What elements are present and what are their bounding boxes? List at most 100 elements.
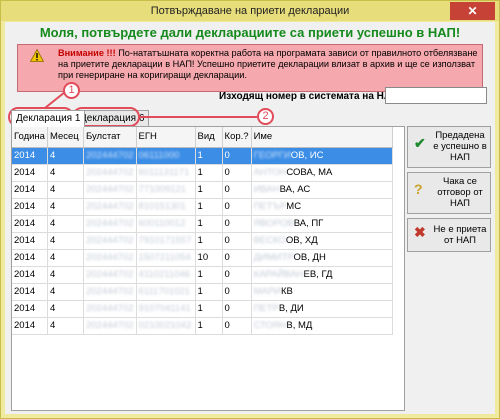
name-suffix: СОВА, МА: [286, 167, 333, 178]
table-row[interactable]: 2014 4 202444702 6011131171 1 0 АНТОНСОВА, МА: [12, 164, 393, 182]
redacted-value: 9107041141: [138, 303, 191, 314]
redacted-name: МАРИ: [253, 286, 281, 297]
table-cell: 0210021042: [136, 317, 196, 335]
table-row[interactable]: 2014 4 202444702 6111701021 1 0 МАРИКВ: [12, 283, 393, 301]
table-cell: 1: [195, 181, 223, 199]
table-cell: 2014: [12, 198, 48, 216]
redacted-value: 202444702: [85, 184, 134, 195]
warning-box: Внимание !!! По-нататъшната коректна раб…: [17, 44, 483, 92]
table-cell: 6011131171: [136, 164, 196, 182]
table-cell: СТОЯНВ, МД: [251, 317, 393, 335]
name-suffix: В, ДИ: [278, 303, 304, 314]
table-cell: 0: [222, 215, 252, 233]
accepted-button[interactable]: ✔ Предадена е успешно в НАП: [407, 126, 491, 168]
table-cell: 600110012: [136, 215, 196, 233]
redacted-name: ИВАН: [253, 184, 280, 195]
column-header[interactable]: Година: [12, 127, 48, 148]
table-cell: 202444702: [83, 266, 137, 284]
table-cell: 202444702: [83, 317, 137, 335]
table-cell: 0: [222, 283, 252, 301]
table-cell: 4: [47, 266, 84, 284]
name-suffix: ВА, АС: [279, 184, 311, 195]
column-header[interactable]: Кор.?: [222, 127, 252, 148]
declarations-grid[interactable]: Година Месец Булстат ЕГН Вид Кор.? Име 2014 4 20…: [11, 126, 405, 411]
redacted-name: ГЕОРГИ: [253, 150, 291, 161]
table-row[interactable]: 2014 4 202444702 4110211046 1 0 КАРАЙВАНЕВ, ГД: [12, 266, 393, 284]
table-cell: 2014: [12, 266, 48, 284]
table-cell: 202444702: [83, 198, 137, 216]
table-row[interactable]: 2014 4 202444702 1507211054 10 0 ДИМИТРОВ, ДН: [12, 249, 393, 267]
tab-declaration-1[interactable]: Декларация 1: [11, 110, 86, 127]
table-cell: 2014: [12, 283, 48, 301]
table-cell: 06111000: [136, 147, 196, 165]
table-cell: 4: [47, 300, 84, 318]
redacted-value: 202444702: [85, 201, 134, 212]
redacted-value: 600110012: [138, 218, 186, 229]
redacted-value: 202444702: [85, 235, 134, 246]
redacted-value: 6111701021: [138, 286, 190, 297]
redacted-value: 0210021042: [138, 320, 192, 331]
close-button[interactable]: ✕: [450, 2, 495, 20]
table-cell: ДИМИТРОВ, ДН: [251, 249, 393, 267]
name-suffix: ЕВ, ГД: [303, 269, 333, 280]
table-row[interactable]: 2014 4 202444702 810151301 1 0 ПЕТЪРМС: [12, 198, 393, 216]
table-cell: 202444702: [83, 147, 137, 165]
redacted-value: 202444702: [85, 252, 134, 263]
column-header[interactable]: Месец: [47, 127, 84, 148]
column-header[interactable]: ЕГН: [136, 127, 196, 148]
redacted-value: 4110211046: [138, 269, 190, 280]
outgoing-number-input[interactable]: [385, 87, 487, 104]
table-cell: 2014: [12, 164, 48, 182]
outgoing-number-label: Изходящ номер в системата на НАП:: [219, 91, 402, 102]
table-cell: 4: [47, 317, 84, 335]
table-cell: 4: [47, 198, 84, 216]
redacted-value: 202444702: [85, 218, 134, 229]
table-cell: 202444702: [83, 232, 137, 250]
column-header[interactable]: Булстат: [83, 127, 137, 148]
table-cell: 202444702: [83, 164, 137, 182]
table-row[interactable]: 2014 4 202444702 06111000 1 0 ГЕОРГИОВ, ИС: [12, 147, 393, 165]
confirm-declarations-window: Потвърждаване на приети декларации ✕ Мол…: [0, 0, 500, 419]
column-header[interactable]: Вид: [195, 127, 223, 148]
table-row[interactable]: 2014 4 202444702 9107041141 1 0 ПЕТРВ, ДИ: [12, 300, 393, 318]
table-row[interactable]: 2014 4 202444702 771009121 1 0 ИВАНВА, АС: [12, 181, 393, 199]
table-row[interactable]: 2014 4 202444702 0210021042 1 0 СТОЯНВ, МД: [12, 317, 393, 335]
table-row[interactable]: 2014 4 202444702 7910171557 1 0 ВЕСКООВ, ХД: [12, 232, 393, 250]
name-suffix: МС: [286, 201, 302, 212]
table-cell: 810151301: [136, 198, 196, 216]
waiting-response-button[interactable]: ? Чака се отговор от НАП: [407, 172, 491, 214]
table-row[interactable]: 2014 4 202444702 600110012 1 0 ЯВОРОВВА, ПГ: [12, 215, 393, 233]
table-cell: 6111701021: [136, 283, 196, 301]
not-accepted-button[interactable]: ✖ Не е приета от НАП: [407, 218, 491, 252]
column-header[interactable]: Име: [251, 127, 393, 148]
name-suffix: ОВ, ДН: [293, 252, 326, 263]
table-cell: 0: [222, 317, 252, 335]
name-suffix: ВА, ПГ: [293, 218, 324, 229]
table-cell: 0: [222, 198, 252, 216]
table-cell: 2014: [12, 317, 48, 335]
table-cell: 2014: [12, 249, 48, 267]
redacted-name: ДИМИТР: [253, 252, 294, 263]
table-cell: 4: [47, 249, 84, 267]
table-cell: 4: [47, 147, 84, 165]
redacted-name: АНТОН: [253, 167, 287, 178]
callout-2: 2: [257, 108, 274, 125]
page-heading: Моля, потвърдете дали декларациите са пр…: [39, 25, 461, 40]
table-cell: 1: [195, 283, 223, 301]
table-cell: 202444702: [83, 249, 137, 267]
redacted-value: 06111000: [138, 150, 180, 161]
client-area: Моля, потвърдете дали декларациите са пр…: [5, 22, 495, 414]
table-cell: МАРИКВ: [251, 283, 393, 301]
table-cell: ПЕТЪРМС: [251, 198, 393, 216]
table-cell: 7910171557: [136, 232, 196, 250]
table-cell: 2014: [12, 215, 48, 233]
table-body: 2014 4 202444702 06111000 1 0 ГЕОРГИОВ, ИС 2014…: [12, 147, 393, 335]
table-header: Година Месец Булстат ЕГН Вид Кор.? Име: [12, 127, 393, 148]
question-icon: ?: [414, 181, 423, 197]
redacted-value: 202444702: [85, 286, 134, 297]
table-cell: 1: [195, 266, 223, 284]
name-suffix: В, МД: [286, 320, 313, 331]
cross-icon: ✖: [414, 224, 426, 240]
table-cell: 1507211054: [136, 249, 196, 267]
redacted-value: 202444702: [85, 303, 134, 314]
